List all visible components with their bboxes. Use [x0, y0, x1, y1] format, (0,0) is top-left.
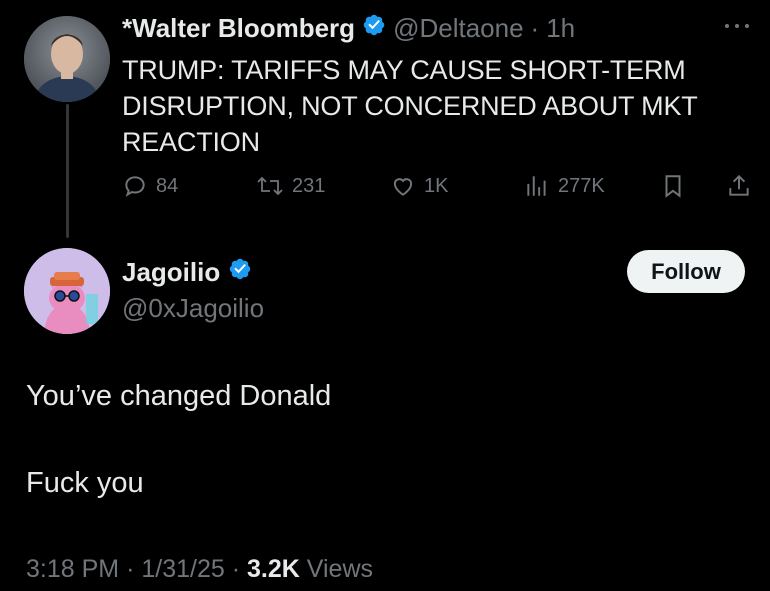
more-icon[interactable]	[722, 16, 752, 36]
separator-dot: ·	[126, 555, 135, 583]
jagoilio-avatar[interactable]	[24, 248, 110, 334]
bookmark-icon	[660, 173, 686, 199]
like-icon	[390, 173, 416, 199]
like-count: 1K	[424, 174, 449, 197]
views-button[interactable]: 277K	[524, 172, 605, 200]
tweet-action-bar: 84 231 1K 277K	[122, 172, 754, 200]
original-tweet-header: *Walter Bloomberg @Deltaone · 1h	[122, 12, 575, 44]
views-label: Views	[306, 555, 374, 583]
views-icon	[524, 173, 550, 199]
reply-text-line-1: You’ve changed Donald	[26, 380, 332, 412]
walter-avatar[interactable]	[24, 16, 110, 102]
repost-button[interactable]: 231	[256, 172, 325, 200]
reply-meta-row: 3:18 PM · 1/31/25 · 3.2K Views	[26, 555, 373, 584]
views-count: 3.2K	[247, 555, 300, 583]
bookmark-button[interactable]	[660, 172, 686, 200]
reply-button[interactable]: 84	[122, 172, 178, 200]
share-icon	[726, 173, 752, 199]
reply-count: 84	[156, 174, 179, 197]
repost-icon	[256, 173, 284, 199]
reply-text-line-2: Fuck you	[26, 467, 144, 499]
thread-connector-line	[66, 104, 69, 238]
reply-date[interactable]: 1/31/25	[141, 555, 224, 583]
verified-badge-icon	[362, 13, 386, 44]
author-name[interactable]: *Walter Bloomberg	[122, 13, 355, 44]
share-button[interactable]	[726, 172, 752, 200]
author-handle[interactable]: @Deltaone	[393, 13, 523, 44]
like-button[interactable]: 1K	[390, 172, 448, 200]
separator-dot: ·	[231, 555, 241, 583]
reply-author-row: Jagoilio	[122, 256, 252, 288]
reply-author-handle[interactable]: @0xJagoilio	[122, 293, 264, 324]
views-count: 277K	[558, 174, 605, 197]
repost-count: 231	[292, 174, 326, 197]
original-tweet-text: TRUMP: TARIFFS MAY CAUSE SHORT-TERM DISR…	[122, 55, 698, 157]
tweet-time[interactable]: 1h	[546, 13, 575, 44]
follow-button[interactable]: Follow	[627, 250, 745, 293]
reply-icon	[122, 173, 148, 199]
reply-time[interactable]: 3:18 PM	[26, 555, 119, 583]
verified-badge-icon	[228, 257, 252, 288]
reply-author-name[interactable]: Jagoilio	[122, 257, 220, 288]
separator-dot: ·	[530, 12, 540, 43]
